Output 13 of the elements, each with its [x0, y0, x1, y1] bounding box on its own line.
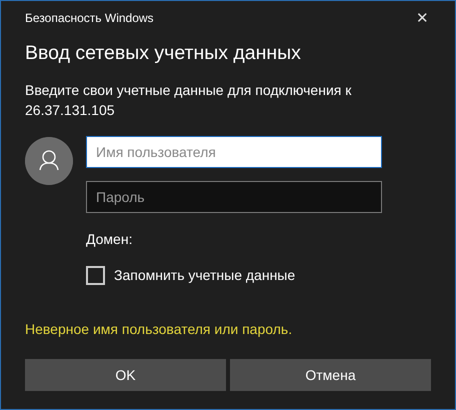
user-avatar-icon	[25, 137, 73, 186]
dialog-heading: Ввод сетевых учетных данных	[25, 42, 302, 66]
password-field[interactable]: Пароль	[86, 181, 382, 214]
remember-label: Запомнить учетные данные	[114, 266, 296, 286]
error-message: Неверное имя пользователя или пароль.	[25, 320, 294, 340]
cancel-button[interactable]: Отмена	[230, 359, 431, 392]
remember-checkbox[interactable]	[86, 266, 105, 286]
window-title: Безопасность Windows	[25, 10, 154, 27]
description-text: Введите свои учетные данные для подключения к 26.37.131.105	[25, 81, 352, 120]
close-button[interactable]: ✕	[414, 10, 431, 26]
domain-label: Домен:	[86, 230, 134, 250]
username-field[interactable]: Имя пользователя	[86, 136, 382, 168]
ok-button[interactable]: OK	[25, 359, 226, 392]
